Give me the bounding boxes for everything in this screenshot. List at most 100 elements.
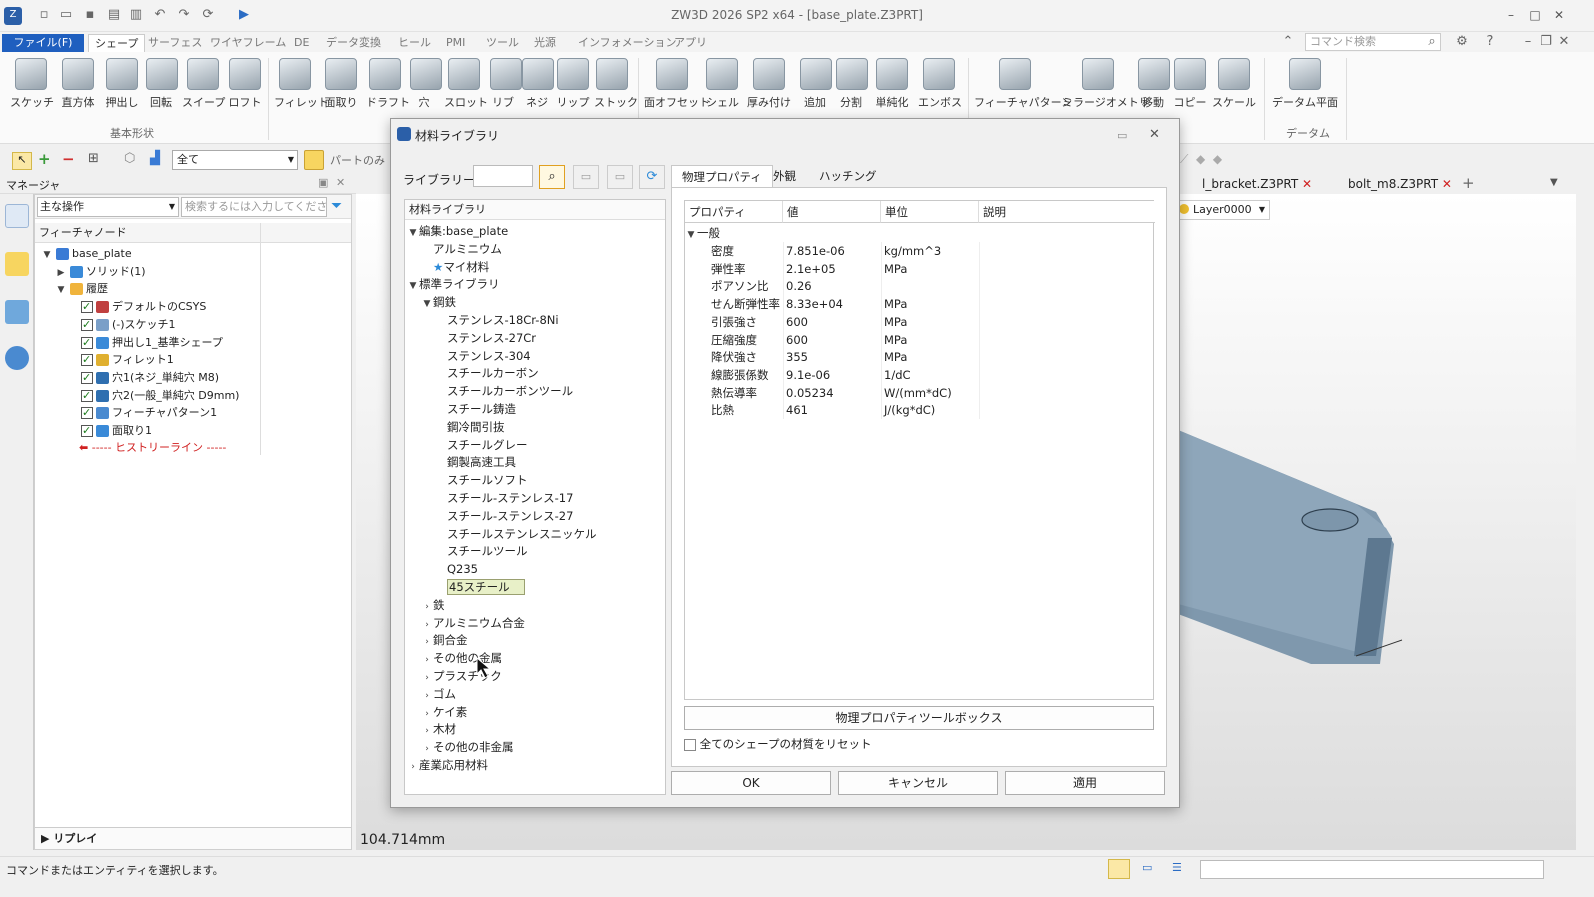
expand-toggle-icon[interactable]: ▶ — [55, 264, 67, 282]
ribbon-scale-button[interactable]: スケール — [1212, 56, 1256, 134]
ribbon-datum-plane-button[interactable]: データム平面 — [1272, 56, 1338, 134]
ok-button[interactable]: OK — [671, 771, 831, 795]
material-tree-item[interactable]: 45スチール — [435, 578, 525, 596]
shape-tool-icon[interactable]: ◆ — [1196, 152, 1205, 166]
maximize-icon[interactable]: □ — [1524, 6, 1546, 24]
ribbon-fillet-button[interactable]: フィレット — [274, 56, 329, 134]
tab-apps[interactable]: アプリ — [668, 34, 713, 52]
property-value[interactable]: 461 — [783, 401, 881, 420]
tab-information[interactable]: インフォメーション — [572, 34, 682, 52]
tree-node[interactable]: 押出し1_基準シェープ — [35, 334, 351, 352]
tab-data-convert[interactable]: データ変換 — [320, 34, 387, 52]
expand-toggle-icon[interactable]: ▼ — [55, 281, 67, 299]
property-toolbox-button[interactable]: 物理プロパティツールボックス — [684, 706, 1154, 730]
tab-de[interactable]: DE — [288, 34, 315, 52]
export-folder-icon[interactable]: ▭ — [607, 165, 633, 189]
material-tree-item[interactable]: スチール-ステンレス-27 — [435, 507, 573, 525]
funnel-icon[interactable]: ⏷ — [331, 198, 342, 214]
ribbon-sketch-button[interactable]: スケッチ — [10, 56, 54, 134]
tab-wireframe[interactable]: ワイヤフレーム — [204, 34, 292, 52]
apply-button[interactable]: 適用 — [1005, 771, 1165, 795]
group-row-general[interactable]: ▼ 一般 — [685, 224, 783, 242]
ribbon-chamfer-button[interactable]: 面取り — [322, 56, 360, 134]
tree-node[interactable]: 穴1(ネジ_単純穴 M8) — [35, 369, 351, 387]
property-value[interactable]: 600 — [783, 312, 881, 331]
material-tree-item[interactable]: › アルミニウム合金 — [421, 614, 525, 632]
expand-toggle-icon[interactable]: ▼ — [41, 246, 53, 264]
ribbon-extrude-button[interactable]: 押出し — [104, 56, 140, 134]
dialog-close-icon[interactable]: ✕ — [1149, 127, 1160, 142]
tree-node[interactable]: フィーチャパターン1 — [35, 404, 351, 422]
tab-surface[interactable]: サーフェス — [142, 34, 208, 52]
property-value[interactable]: 2.1e+05 — [783, 259, 881, 278]
material-tree-item[interactable]: スチールステンレスニッケル — [435, 525, 597, 543]
reset-material-option[interactable]: 全てのシェープの材質をリセット — [684, 736, 871, 752]
visibility-checkbox[interactable] — [81, 422, 93, 440]
tab-close-icon[interactable]: ✕ — [1442, 177, 1452, 191]
search-icon[interactable]: ⌕ — [539, 165, 565, 189]
user-icon[interactable] — [5, 346, 29, 370]
material-tree-item[interactable]: › 銅合金 — [421, 631, 467, 649]
material-tree-item[interactable]: › 鉄 — [421, 596, 444, 614]
tab-heal[interactable]: ヒール — [392, 34, 437, 52]
material-tree-item[interactable]: ★マイ材料 — [421, 258, 489, 276]
collapse-ribbon-icon[interactable]: ⌃ — [1280, 34, 1296, 50]
material-tree-item[interactable]: › その他の非金属 — [421, 738, 513, 756]
tree-node[interactable]: ▼ base_plate — [35, 245, 351, 263]
material-tree-item[interactable]: › 産業応用材料 — [407, 756, 488, 774]
chart-filter-icon[interactable]: ▟ — [150, 151, 160, 166]
property-value[interactable]: 355 — [783, 348, 881, 367]
ribbon-box-button[interactable]: 直方体 — [58, 56, 98, 134]
close-icon[interactable]: ✕ — [1548, 6, 1570, 24]
material-tree-item[interactable]: ステンレス-18Cr-8Ni — [435, 311, 559, 329]
pin-icon[interactable]: ▣ — [318, 176, 328, 189]
material-tree-item[interactable]: ▼ 標準ライブラリ — [407, 275, 500, 293]
property-value[interactable]: 8.33e+04 — [783, 295, 881, 314]
tree-node[interactable]: ▶ ソリッド(1) — [35, 263, 351, 281]
tree-node[interactable]: ▼ 履歴 — [35, 280, 351, 298]
pick-filter-icon[interactable]: ⊞ — [88, 151, 99, 166]
tree-search-input[interactable]: 検索するには入力してください — [181, 197, 327, 217]
doc-tab-l-bracket[interactable]: l_bracket.Z3PRT ✕ — [1202, 177, 1312, 191]
part-filter-icon[interactable] — [304, 150, 324, 170]
material-tree-item[interactable]: スチールカーボン — [435, 364, 539, 382]
search-icon[interactable]: ⌕ — [1424, 34, 1440, 50]
tab-shape[interactable]: シェープ — [88, 34, 146, 52]
expand-toggle-icon[interactable]: › — [407, 758, 419, 776]
material-tree-item[interactable]: Q235 — [435, 560, 478, 578]
tree-node[interactable]: デフォルトのCSYS — [35, 298, 351, 316]
list-icon[interactable]: ☰ — [1172, 861, 1182, 874]
mode-select[interactable]: 主な操作 ▼ — [37, 197, 179, 217]
reset-checkbox[interactable] — [684, 738, 696, 751]
tree-node[interactable]: 穴2(一般_単純穴 D9mm) — [35, 387, 351, 405]
material-tree-item[interactable]: › 木材 — [421, 720, 456, 738]
monitor-icon[interactable]: ▭ — [1142, 861, 1152, 874]
doc-tab-bolt[interactable]: bolt_m8.Z3PRT ✕ — [1348, 177, 1452, 191]
expand-toggle-icon[interactable]: ▼ — [421, 295, 433, 313]
layer-select[interactable]: Layer0000 ▼ — [1174, 200, 1270, 220]
material-tree-item[interactable]: 鋼冷間引抜 — [435, 418, 505, 436]
command-input[interactable] — [1200, 860, 1544, 879]
filter-select[interactable]: 全て ▼ — [172, 150, 298, 170]
visibility-checkbox[interactable] — [81, 351, 93, 369]
comment-icon[interactable]: ▭ — [1117, 129, 1127, 142]
material-tree-item[interactable]: スチール-ステンレス-17 — [435, 489, 573, 507]
material-tree-item[interactable]: スチールツール — [435, 542, 528, 560]
add-filter-icon[interactable]: + — [38, 150, 51, 168]
tree-node[interactable]: 面取り1 — [35, 422, 351, 440]
material-tree-item[interactable]: スチールグレー — [435, 436, 528, 454]
minimize-icon[interactable]: – — [1500, 6, 1522, 24]
material-tree-item[interactable]: スチールカーボンツール — [435, 382, 573, 400]
gear-icon[interactable]: ⚙ — [1454, 34, 1470, 50]
material-tree-item[interactable]: スチール鋳造 — [435, 400, 516, 418]
select-pointer-icon[interactable]: ↖ — [12, 152, 32, 170]
material-tree-item[interactable]: ステンレス-27Cr — [435, 329, 536, 347]
settings-filter-icon[interactable]: ⬡ — [124, 151, 135, 166]
material-tree-item[interactable]: アルミニウム — [421, 240, 502, 258]
expand-toggle-icon[interactable]: ▼ — [407, 277, 419, 295]
open-folder-icon[interactable]: ▭ — [573, 165, 599, 189]
tab-pmi[interactable]: PMI — [440, 34, 471, 52]
visibility-checkbox[interactable] — [81, 387, 93, 405]
tab-file[interactable]: ファイル(F) — [2, 34, 84, 52]
visibility-checkbox[interactable] — [81, 298, 93, 316]
